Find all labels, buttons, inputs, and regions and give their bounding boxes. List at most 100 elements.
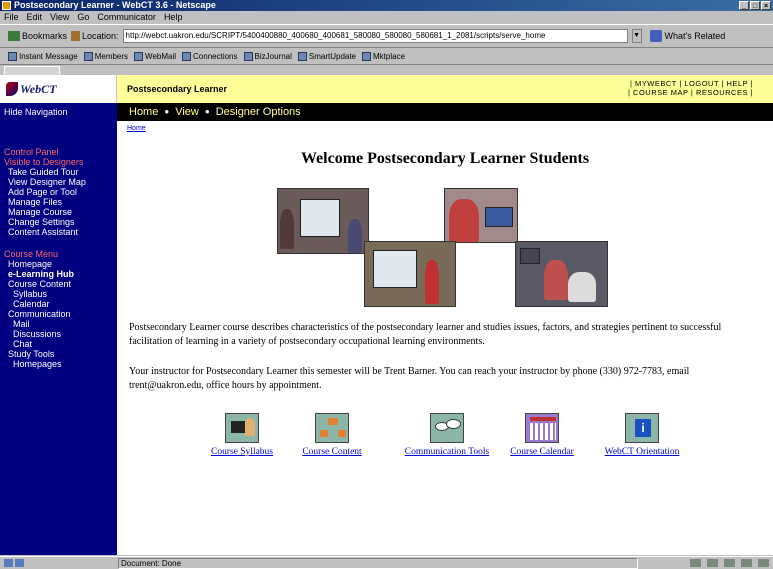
sidebar-item-mail[interactable]: Mail xyxy=(0,319,117,329)
address-book-icon[interactable] xyxy=(741,559,752,567)
mail-icon[interactable] xyxy=(707,559,718,567)
sidebar-item-manage-course[interactable]: Manage Course xyxy=(0,207,117,217)
tool-label[interactable]: Course Calendar xyxy=(502,447,582,457)
monitor-screen xyxy=(520,248,540,264)
toolbar-tab-strip xyxy=(0,66,773,75)
course-menu-heading: Course Menu xyxy=(4,249,59,259)
personal-item-webmail[interactable]: WebMail xyxy=(134,52,176,61)
url-input[interactable]: http://webct.uakron.edu/SCRIPT/540040088… xyxy=(122,29,628,43)
sidebar-item-homepage[interactable]: Homepage xyxy=(0,259,117,269)
course-description: Postsecondary Learner course describes c… xyxy=(129,322,722,347)
personal-item-members[interactable]: Members xyxy=(83,52,129,61)
sidebar-item-content-assistant[interactable]: Content Assistant xyxy=(0,227,117,237)
course-title: Postsecondary Learner xyxy=(127,84,228,94)
sidebar-item-study-tools[interactable]: Study Tools xyxy=(0,349,117,359)
breadcrumb-home-link[interactable]: Home xyxy=(127,125,146,132)
sidebar-item-homepages[interactable]: Homepages xyxy=(0,359,117,369)
course-banner: Postsecondary Learner | MYWEBCT | LOGOUT… xyxy=(117,75,773,103)
tool-label[interactable]: Course Syllabus xyxy=(202,447,282,457)
sidebar-item-course-content[interactable]: Course Content xyxy=(0,279,117,289)
menu-communicator[interactable]: Communicator xyxy=(97,11,156,23)
personal-item-mktplace[interactable]: Mktplace xyxy=(362,52,405,61)
classroom-photo-3 xyxy=(364,241,456,307)
sidebar-item-syllabus[interactable]: Syllabus xyxy=(0,289,117,299)
calendar-icon[interactable] xyxy=(525,413,559,443)
personal-item-bizjournal[interactable]: BizJournal xyxy=(243,52,292,61)
menu-help[interactable]: Help xyxy=(164,11,183,23)
minimize-button[interactable]: _ xyxy=(739,1,749,10)
person-figure xyxy=(425,260,439,304)
sidebar-item-change-settings[interactable]: Change Settings xyxy=(0,217,117,227)
tool-label[interactable]: Course Content xyxy=(292,447,372,457)
person-figure xyxy=(348,219,362,253)
page-content: WebCT Postsecondary Learner | MYWEBCT | … xyxy=(0,75,773,555)
sidebar-item-manage-files[interactable]: Manage Files xyxy=(0,197,117,207)
composer-icon[interactable] xyxy=(724,559,735,567)
sidebar-item-calendar[interactable]: Calendar xyxy=(0,299,117,309)
instructor-info: Your instructor for Postsecondary Learne… xyxy=(129,366,690,391)
nav-home-link[interactable]: Home xyxy=(129,103,158,121)
course-tools: Course Syllabus Course Content Communica… xyxy=(202,413,702,473)
top-links-line1[interactable]: | MYWEBCT | LOGOUT | HELP | xyxy=(628,79,753,88)
location-label: Location: xyxy=(82,31,119,41)
sidebar-item-discussions[interactable]: Discussions xyxy=(0,329,117,339)
top-links-line2[interactable]: | COURSE MAP | RESOURCES | xyxy=(628,88,753,97)
content-icon[interactable] xyxy=(315,413,349,443)
collapse-toolbar-tab[interactable] xyxy=(4,66,60,75)
location-label-group: Location: xyxy=(71,31,119,41)
person-figure xyxy=(544,260,568,300)
personal-item-label: WebMail xyxy=(145,52,177,61)
tool-label[interactable]: WebCT Orientation xyxy=(597,447,687,457)
bookmark-folder-icon xyxy=(134,52,144,61)
sidebar-item-view-designer-map[interactable]: View Designer Map xyxy=(0,177,117,187)
status-text: Document: Done xyxy=(118,558,638,569)
personal-item-label: Members xyxy=(94,52,129,61)
communication-icon[interactable] xyxy=(430,413,464,443)
control-panel-heading[interactable]: Control Panel xyxy=(0,147,117,157)
security-icon[interactable] xyxy=(4,559,26,568)
menu-file[interactable]: File xyxy=(4,11,19,23)
im-icon[interactable] xyxy=(758,559,769,567)
window-title-bar[interactable]: Postsecondary Learner - WebCT 3.6 - Nets… xyxy=(0,0,773,11)
menu-view[interactable]: View xyxy=(50,11,69,23)
syllabus-icon[interactable] xyxy=(225,413,259,443)
whats-related-button[interactable]: What's Related xyxy=(649,30,725,42)
sidebar-item-add-page-or-tool[interactable]: Add Page or Tool xyxy=(0,187,117,197)
nav-view-link[interactable]: View xyxy=(175,103,199,121)
tool-course-content[interactable]: Course Content xyxy=(292,413,372,457)
navigator-icon[interactable] xyxy=(690,559,701,567)
sidebar-item-chat[interactable]: Chat xyxy=(0,339,117,349)
sidebar-item-take-guided-tour[interactable]: Take Guided Tour xyxy=(0,167,117,177)
personal-item-label: SmartUpdate xyxy=(308,52,357,61)
person-figure xyxy=(568,272,596,302)
nav-designer-options-link[interactable]: Designer Options xyxy=(216,103,301,121)
tool-webct-orientation[interactable]: i WebCT Orientation xyxy=(597,413,687,457)
close-button[interactable]: × xyxy=(761,1,771,10)
bookmarks-button[interactable]: Bookmarks xyxy=(8,31,67,41)
projection-screen xyxy=(300,199,340,237)
personal-item-label: Mktplace xyxy=(373,52,406,61)
sidebar-item-communication[interactable]: Communication xyxy=(0,309,117,319)
bookmarks-icon xyxy=(8,31,20,41)
nav-bullet-icon: ● xyxy=(164,107,170,116)
personal-item-label: Connections xyxy=(193,52,238,61)
url-dropdown-button[interactable]: ▼ xyxy=(631,29,642,43)
personal-item-smartupdate[interactable]: SmartUpdate xyxy=(297,52,357,61)
hide-navigation-link[interactable]: Hide Navigation xyxy=(0,103,117,121)
info-icon[interactable]: i xyxy=(625,413,659,443)
tool-communication-tools[interactable]: Communication Tools xyxy=(392,413,502,457)
visible-to-designers-label: Visible to Designers xyxy=(4,157,84,167)
page-proxy-icon[interactable] xyxy=(71,31,81,41)
maximize-button[interactable]: □ xyxy=(750,1,760,10)
tool-label[interactable]: Communication Tools xyxy=(392,447,502,457)
status-bar: Document: Done xyxy=(0,556,773,569)
person-figure xyxy=(280,209,294,249)
personal-item-instant-message[interactable]: Instant Message xyxy=(8,52,78,61)
sidebar-item-elearning-hub[interactable]: e-Learning Hub xyxy=(0,269,117,279)
menu-go[interactable]: Go xyxy=(77,11,89,23)
tool-course-syllabus[interactable]: Course Syllabus xyxy=(202,413,282,457)
location-toolbar: Bookmarks Location: http://webct.uakron.… xyxy=(0,24,773,48)
personal-item-connections[interactable]: Connections xyxy=(182,52,238,61)
tool-course-calendar[interactable]: Course Calendar xyxy=(502,413,582,457)
menu-edit[interactable]: Edit xyxy=(27,11,43,23)
